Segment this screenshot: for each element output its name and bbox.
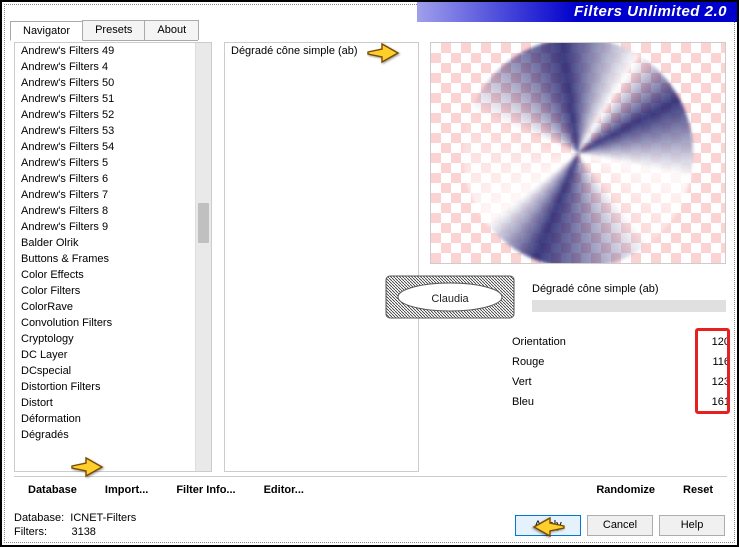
filter-list[interactable]: Dégradé cône simple (ab) — [224, 42, 419, 472]
list-item[interactable]: Andrew's Filters 54 — [15, 139, 211, 155]
list-item[interactable]: Andrew's Filters 4 — [15, 59, 211, 75]
list-item[interactable]: Andrew's Filters 7 — [15, 187, 211, 203]
annotation-highlight-values — [695, 328, 730, 414]
footer-db-value: ICNET-Filters — [70, 512, 136, 524]
svg-text:Claudia: Claudia — [431, 293, 469, 305]
list-item[interactable]: DCspecial — [15, 363, 211, 379]
list-item[interactable]: Buttons & Frames — [15, 251, 211, 267]
apply-button[interactable]: Apply — [515, 515, 581, 536]
tab-presets[interactable]: Presets — [82, 20, 145, 40]
filter-info-button[interactable]: Filter Info... — [162, 481, 249, 498]
selected-filter-title: Dégradé cône simple (ab) — [532, 283, 726, 299]
tab-bar: Navigator Presets About — [10, 20, 198, 41]
tab-navigator[interactable]: Navigator — [10, 21, 83, 41]
list-item[interactable]: Dégradé cône simple (ab) — [225, 43, 418, 59]
database-button[interactable]: Database — [14, 481, 91, 498]
list-item[interactable]: Color Effects — [15, 267, 211, 283]
footer: Database: ICNET-Filters Filters: 3138 Ap… — [14, 511, 725, 539]
list-item[interactable]: Andrew's Filters 8 — [15, 203, 211, 219]
list-item[interactable]: Andrew's Filters 49 — [15, 43, 211, 59]
list-item[interactable]: Convolution Filters — [15, 315, 211, 331]
reset-button[interactable]: Reset — [669, 481, 727, 498]
scrollbar-thumb[interactable] — [198, 203, 209, 243]
footer-filters-label: Filters: — [14, 526, 47, 538]
bottom-toolbar: Database Import... Filter Info... Editor… — [14, 476, 727, 498]
title-bar — [532, 300, 726, 312]
editor-button[interactable]: Editor... — [250, 481, 318, 498]
param-label: Vert — [512, 376, 632, 388]
import-button[interactable]: Import... — [91, 481, 162, 498]
help-button[interactable]: Help — [659, 515, 725, 536]
list-item[interactable]: Andrew's Filters 53 — [15, 123, 211, 139]
app-title: Filters Unlimited 2.0 — [417, 2, 737, 22]
list-item[interactable]: Andrew's Filters 50 — [15, 75, 211, 91]
list-item[interactable]: Andrew's Filters 9 — [15, 219, 211, 235]
param-label: Orientation — [512, 336, 632, 348]
list-item[interactable]: DC Layer — [15, 347, 211, 363]
list-item[interactable]: Color Filters — [15, 283, 211, 299]
tab-about[interactable]: About — [144, 20, 199, 40]
list-item[interactable]: Déformation — [15, 411, 211, 427]
scrollbar-vertical[interactable] — [195, 43, 211, 471]
param-label: Rouge — [512, 356, 632, 368]
list-item[interactable]: Andrew's Filters 5 — [15, 155, 211, 171]
category-list[interactable]: Andrew's Filters 49Andrew's Filters 4And… — [14, 42, 212, 472]
footer-db-label: Database: — [14, 512, 64, 524]
param-label: Bleu — [512, 396, 632, 408]
list-item[interactable]: ColorRave — [15, 299, 211, 315]
list-item[interactable]: Andrew's Filters 52 — [15, 107, 211, 123]
preview-image — [430, 42, 726, 264]
list-item[interactable]: Balder Olrik — [15, 235, 211, 251]
watermark-claudia: Claudia — [380, 272, 520, 322]
footer-filters-value: 3138 — [71, 526, 95, 538]
list-item[interactable]: Dégradés — [15, 427, 211, 443]
list-item[interactable]: Andrew's Filters 6 — [15, 171, 211, 187]
list-item[interactable]: Distortion Filters — [15, 379, 211, 395]
randomize-button[interactable]: Randomize — [582, 481, 669, 498]
list-item[interactable]: Andrew's Filters 51 — [15, 91, 211, 107]
cancel-button[interactable]: Cancel — [587, 515, 653, 536]
list-item[interactable]: Distort — [15, 395, 211, 411]
list-item[interactable]: Cryptology — [15, 331, 211, 347]
